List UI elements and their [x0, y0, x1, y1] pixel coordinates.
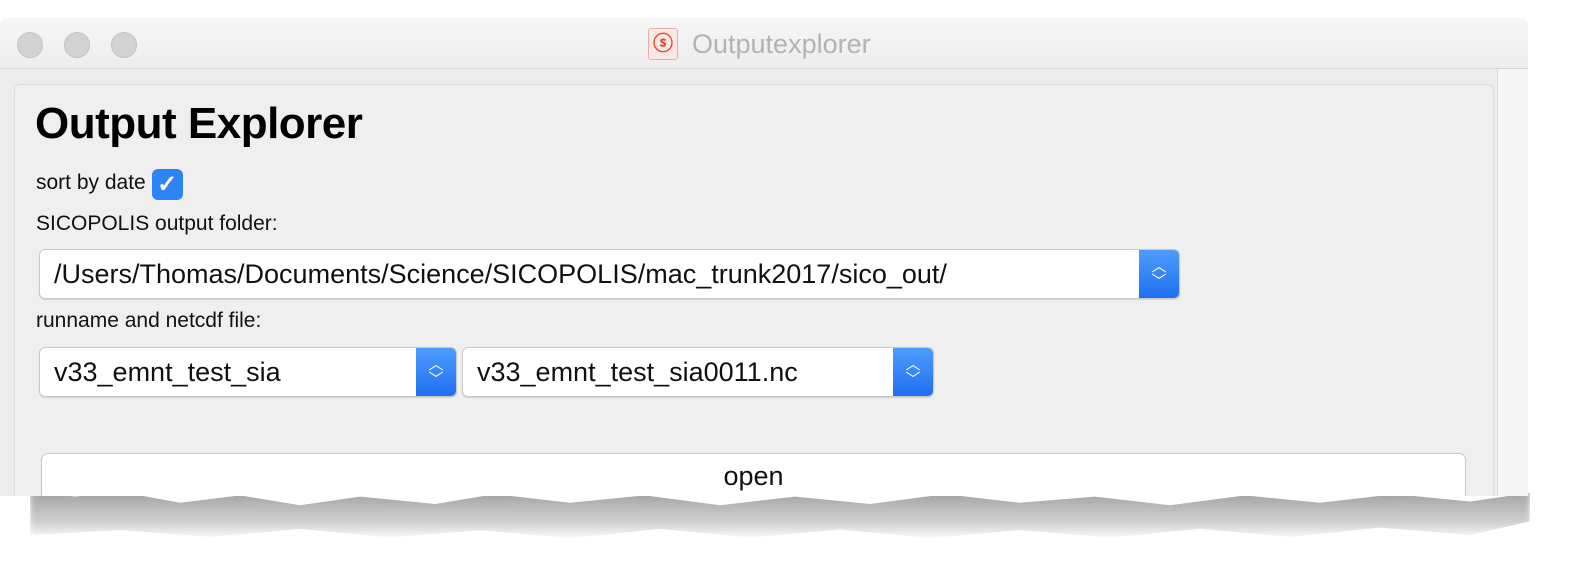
chevron-up-down-icon: ︿ ﹀	[416, 348, 456, 396]
sort-by-date-label: sort by date	[36, 170, 146, 194]
zoom-window-button[interactable]	[111, 32, 137, 58]
checkmark-icon: ✓	[157, 171, 178, 198]
netcdf-file-select[interactable]: v33_emnt_test_sia0011.nc ︿ ﹀	[462, 347, 934, 397]
window-side-edge	[1497, 69, 1528, 496]
chevron-up-down-icon: ︿ ﹀	[1139, 250, 1179, 298]
minimize-window-button[interactable]	[64, 32, 90, 58]
output-folder-select[interactable]: /Users/Thomas/Documents/Science/SICOPOLI…	[39, 249, 1180, 299]
sort-by-date-checkbox[interactable]: ✓	[151, 169, 183, 200]
close-window-button[interactable]	[17, 32, 43, 58]
main-panel: Output Explorer sort by date ✓ SICOPOLIS…	[14, 84, 1494, 496]
window-title-group: ⓢ Outputexplorer	[648, 28, 871, 60]
netcdf-file-value: v33_emnt_test_sia0011.nc	[477, 357, 798, 387]
screenshot-stage: ⓢ Outputexplorer Output Explorer sort by…	[0, 0, 1574, 564]
runname-select[interactable]: v33_emnt_test_sia ︿ ﹀	[39, 347, 457, 397]
window-title: Outputexplorer	[692, 28, 871, 59]
title-bar[interactable]: ⓢ Outputexplorer	[0, 18, 1528, 69]
app-window: ⓢ Outputexplorer Output Explorer sort by…	[0, 18, 1528, 496]
runname-value: v33_emnt_test_sia	[54, 357, 281, 387]
page-title: Output Explorer	[35, 99, 363, 148]
output-folder-label: SICOPOLIS output folder:	[36, 212, 278, 235]
output-folder-value: /Users/Thomas/Documents/Science/SICOPOLI…	[54, 259, 947, 289]
chevron-up-down-icon: ︿ ﹀	[893, 348, 933, 396]
sort-by-date-row: sort by date ✓	[36, 165, 183, 200]
runname-netcdf-label: runname and netcdf file:	[36, 309, 262, 332]
open-button[interactable]: open	[41, 453, 1466, 496]
sicopolis-app-icon: ⓢ	[648, 28, 678, 60]
